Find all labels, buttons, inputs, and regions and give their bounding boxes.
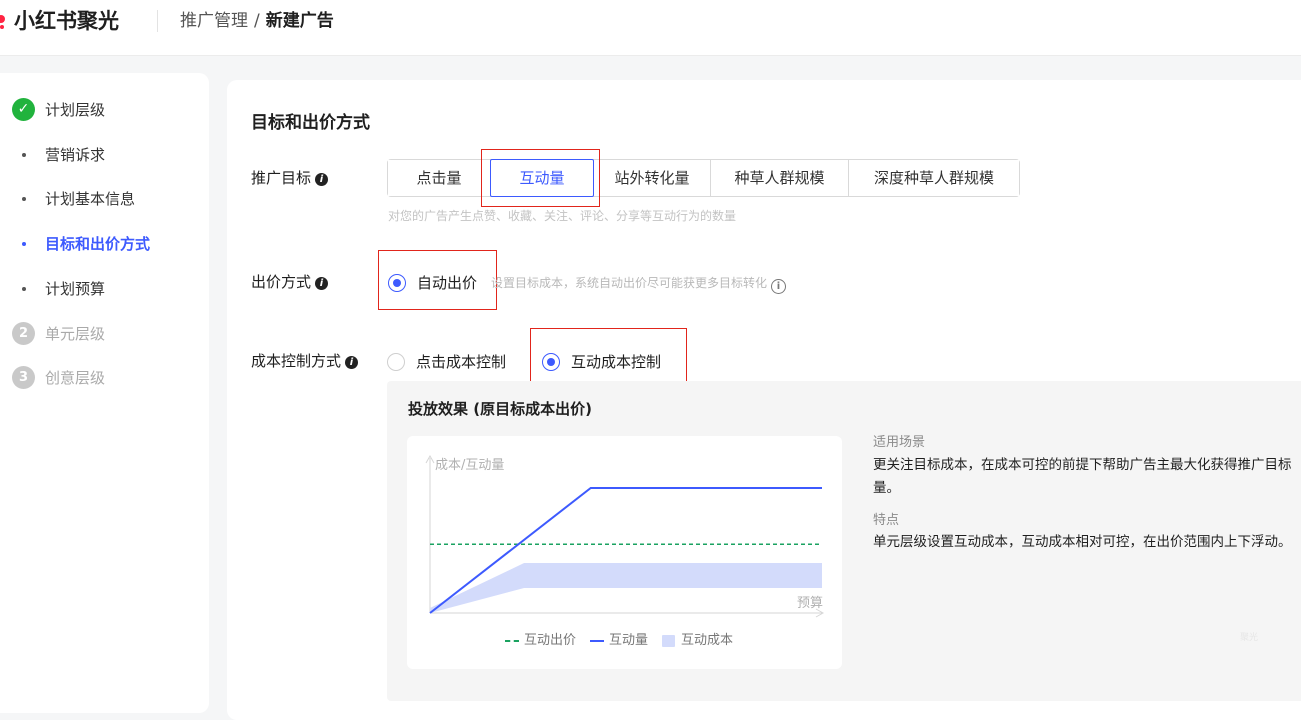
x-axis-label: 预算 [797, 596, 823, 611]
scene-text: 更关注目标成本，在成本可控的前提下帮助广告主最大化获得推广目标量。 [873, 457, 1292, 496]
legend-item-cost[interactable]: 互动成本 [662, 632, 733, 650]
chart-legend: 互动出价 互动量 互动成本 [505, 632, 747, 650]
breadcrumb-parent[interactable]: 推广管理 [180, 11, 248, 31]
bullet-dot-icon [22, 153, 26, 157]
target-label: 推广目标 i [251, 168, 329, 188]
legend-item-bid[interactable]: 互动出价 [505, 632, 576, 650]
info-outline-icon[interactable]: i [771, 279, 787, 294]
y-axis-label: 成本/互动量 [435, 458, 504, 473]
radio-unchecked-icon [387, 353, 405, 371]
legend-label: 互动出价 [524, 633, 577, 648]
cost-click-label: 点击成本控制 [416, 353, 507, 371]
cost-interaction-label: 互动成本控制 [571, 353, 662, 371]
watermark: 聚光 [1240, 633, 1259, 643]
nav-step-unit[interactable]: 2 单元层级 [0, 322, 210, 346]
legend-label: 互动成本 [681, 633, 734, 648]
step-number-badge: 3 [12, 366, 35, 389]
section-title: 目标和出价方式 [251, 113, 370, 133]
feature-title: 特点 [873, 513, 900, 528]
nav-step-creative[interactable]: 3 创意层级 [0, 366, 210, 390]
cost-control-label-text: 成本控制方式 [251, 352, 342, 370]
header-divider [157, 10, 158, 32]
info-icon[interactable]: i [315, 173, 329, 186]
cost-click-radio[interactable]: 点击成本控制 [387, 351, 527, 373]
bid-label: 出价方式 i [251, 272, 329, 292]
bid-auto-radio[interactable]: 自动出价 [388, 272, 488, 294]
target-hint: 对您的广告产生点赞、收藏、关注、评论、分享等互动行为的数量 [388, 209, 737, 223]
brand-logo-icon [0, 15, 5, 23]
legend-line-swatch [590, 640, 605, 642]
nav-item-label: 创意层级 [45, 369, 106, 387]
legend-label: 互动量 [609, 633, 649, 648]
bullet-dot-icon [22, 197, 26, 201]
brand-logo-dot [0, 25, 4, 29]
target-option-clicks[interactable]: 点击量 [388, 160, 491, 196]
cost-interaction-radio[interactable]: 互动成本控制 [542, 351, 682, 373]
bid-hint-text: 设置目标成本，系统自动出价尽可能获更多目标转化 [491, 276, 768, 290]
breadcrumb: 推广管理 / 新建广告 [180, 10, 334, 32]
info-icon[interactable]: i [315, 277, 329, 290]
bid-hint: 设置目标成本，系统自动出价尽可能获更多目标转化 i [491, 274, 787, 294]
scene-title: 适用场景 [873, 435, 926, 450]
nav-item-marketing[interactable]: 营销诉求 [0, 143, 210, 167]
breadcrumb-separator: / [254, 11, 260, 31]
legend-item-volume[interactable]: 互动量 [590, 632, 648, 650]
bullet-dot-icon [22, 242, 26, 246]
feature-text: 单元层级设置互动成本，互动成本相对可控，在出价范围内上下浮动。 [873, 534, 1292, 550]
top-header: 小红书聚光 推广管理 / 新建广告 [0, 0, 1301, 56]
target-option-deep-audience-size[interactable]: 深度种草人群规模 [849, 160, 1019, 196]
radio-checked-icon [388, 274, 406, 292]
step-number-badge: 2 [12, 322, 35, 345]
nav-step-plan[interactable]: ✓ 计划层级 [0, 98, 210, 122]
legend-area-swatch [662, 635, 676, 647]
step-navigation [0, 73, 209, 713]
cost-control-label: 成本控制方式 i [251, 351, 359, 371]
radio-checked-icon [542, 353, 560, 371]
check-circle-icon: ✓ [12, 98, 35, 121]
bullet-dot-icon [22, 287, 26, 291]
effect-title: 投放效果 (原目标成本出价) [408, 400, 592, 418]
nav-item-label: 计划预算 [45, 280, 106, 298]
nav-item-label: 目标和出价方式 [45, 235, 151, 253]
target-label-text: 推广目标 [251, 169, 312, 187]
nav-item-label: 单元层级 [45, 325, 106, 343]
bid-auto-label: 自动出价 [417, 274, 478, 292]
nav-item-label: 计划层级 [45, 101, 106, 119]
info-icon[interactable]: i [345, 356, 359, 369]
nav-item-label: 计划基本信息 [45, 190, 136, 208]
breadcrumb-current: 新建广告 [265, 11, 334, 31]
brand-name[interactable]: 小红书聚光 [14, 8, 119, 34]
nav-item-label: 营销诉求 [45, 146, 106, 164]
series-interaction-cost-area [430, 563, 822, 613]
target-option-audience-size[interactable]: 种草人群规模 [711, 160, 849, 196]
target-segmented-control: 点击量 互动量 站外转化量 种草人群规模 深度种草人群规模 [387, 159, 1020, 197]
bid-label-text: 出价方式 [251, 273, 312, 291]
legend-dash-swatch [505, 640, 519, 642]
nav-item-budget[interactable]: 计划预算 [0, 277, 210, 301]
target-option-interactions[interactable]: 互动量 [490, 159, 594, 197]
nav-item-target-bid[interactable]: 目标和出价方式 [0, 232, 210, 256]
target-option-offsite-conversion[interactable]: 站外转化量 [594, 160, 711, 196]
nav-item-basic-info[interactable]: 计划基本信息 [0, 187, 210, 211]
